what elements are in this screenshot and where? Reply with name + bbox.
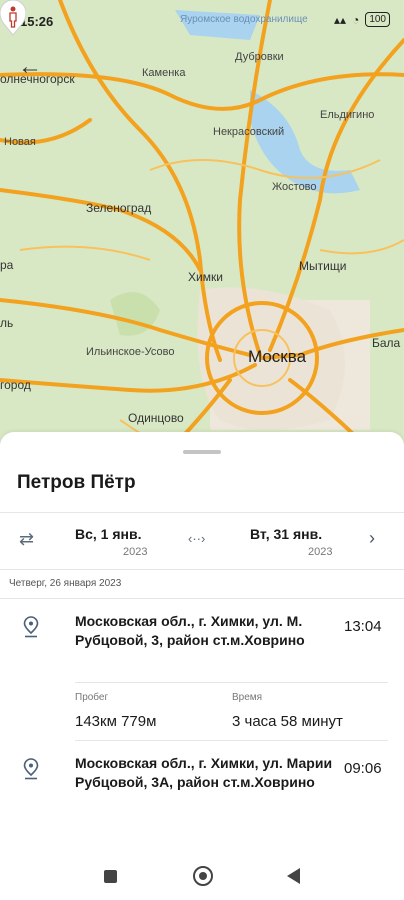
status-bar: 15:26 Яуромское водохранилище ▴▴ ◔ 100	[0, 0, 404, 34]
date-to-year: 2023	[308, 546, 333, 558]
map-label-moskva: Москва	[248, 347, 307, 366]
entry-address[interactable]: Московская обл., г. Химки, ул. М. Рубцов…	[75, 612, 335, 650]
chevron-right-icon[interactable]: ›	[369, 528, 375, 549]
divider	[75, 740, 388, 741]
map-label-reservoir: Яуромское водохранилище	[180, 14, 308, 25]
entry-address[interactable]: Московская обл., г. Химки, ул. Марии Руб…	[75, 754, 335, 792]
date-from-year: 2023	[123, 546, 148, 558]
location-pin-icon	[23, 758, 39, 780]
divider	[0, 512, 404, 513]
duration-label: Время	[232, 692, 263, 703]
map-label-il: ль	[0, 316, 14, 330]
location-pin-icon	[23, 616, 39, 638]
sheet-drag-handle[interactable]	[183, 450, 221, 454]
bottom-sheet: Петров Пётр ⇄ Вс, 1 янв. 2023 ‹··› Вт, 3…	[0, 432, 404, 900]
battery-icon: 100	[365, 12, 390, 27]
person-marker-icon[interactable]	[0, 0, 26, 36]
map-label-gorod: город	[0, 378, 31, 392]
entry-time: 09:06	[344, 760, 382, 777]
map-label-bala: Бала	[372, 336, 401, 350]
map-view[interactable]: 15:26 Яуромское водохранилище ▴▴ ◔ 100 ←…	[0, 0, 404, 460]
signal-icon: ▴▴	[334, 12, 347, 27]
map-label-zelenograd: Зеленоград	[86, 201, 152, 215]
swap-arrows-icon[interactable]: ⇄	[19, 529, 34, 550]
map-label-eldigino: Ельдигино	[320, 109, 375, 121]
map-label-zhostovo: Жостово	[272, 181, 317, 193]
status-icons: ▴▴ ◔ 100	[334, 12, 390, 27]
map-label-solnechnogorsk: олнечногорск	[0, 72, 75, 86]
date-to[interactable]: Вт, 31 янв.	[250, 526, 322, 542]
person-name: Петров Пётр	[17, 472, 136, 493]
system-nav-bar	[0, 858, 404, 900]
divider	[0, 598, 404, 599]
map-label-nekrasovsky: Некрасовский	[213, 126, 285, 138]
mileage-value: 143км 779м	[75, 713, 157, 730]
divider	[0, 569, 404, 570]
date-from[interactable]: Вс, 1 янв.	[75, 526, 141, 542]
entry-time: 13:04	[344, 618, 382, 635]
map-roads	[0, 0, 404, 460]
map-label-novaya: Новая	[4, 136, 36, 148]
map-label-mytishchi: Мытищи	[299, 259, 347, 273]
map-label-ilinskoe: Ильинское-Усово	[86, 346, 175, 358]
home-circle-icon[interactable]	[193, 866, 213, 886]
map-label-ra: ра	[0, 258, 14, 272]
map-label-kamenka: Каменка	[142, 67, 186, 79]
range-arrows-icon: ‹··›	[188, 531, 206, 546]
map-label-khimki: Химки	[188, 270, 223, 284]
duration-value: 3 часа 58 минут	[232, 713, 343, 730]
mileage-label: Пробег	[75, 692, 109, 703]
recents-square-icon[interactable]	[104, 870, 117, 883]
wifi-icon: ◔	[352, 12, 360, 27]
divider	[75, 682, 388, 683]
map-label-dubrovki: Дубровки	[235, 51, 284, 63]
day-header: Четверг, 26 января 2023	[9, 578, 122, 589]
back-triangle-icon[interactable]	[287, 868, 300, 884]
map-label-odintsovo: Одинцово	[128, 411, 184, 425]
